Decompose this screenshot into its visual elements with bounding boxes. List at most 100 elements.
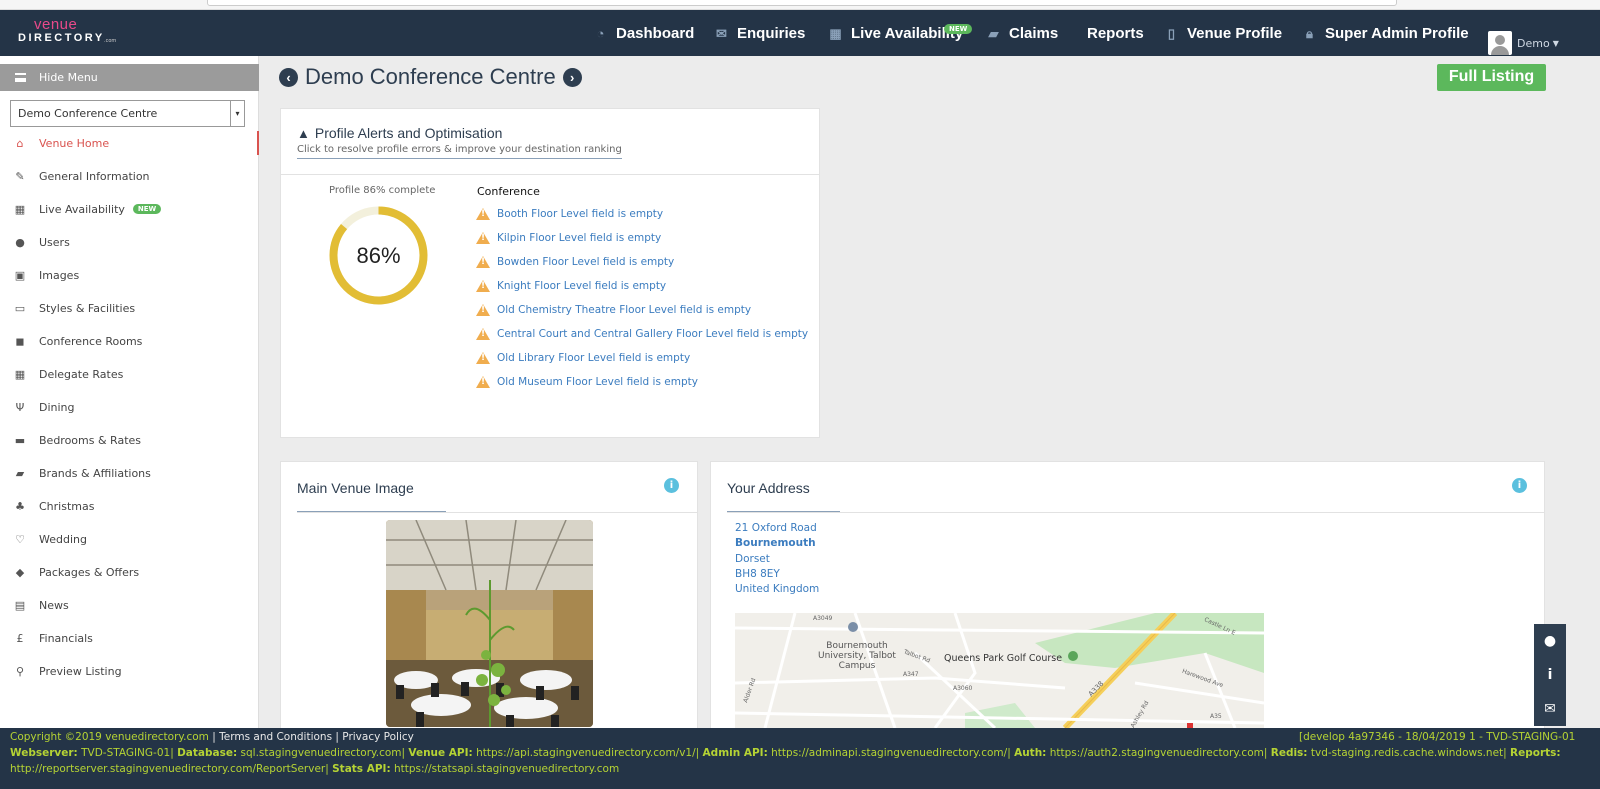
sidebar-item-live-availability[interactable]: ▦ Live Availability NEW [0, 197, 259, 221]
sidebar-item-venue-home[interactable]: ⌂ Venue Home [0, 131, 259, 155]
venue-select-value: Demo Conference Centre [18, 107, 158, 120]
info-icon[interactable]: i [664, 478, 679, 493]
title-underline [297, 511, 446, 512]
nav-super-admin-profile[interactable]: 🔒︎ Super Admin Profile [1302, 10, 1469, 56]
sidebar-item-brands-affiliations[interactable]: ▰ Brands & Affiliations [0, 461, 259, 485]
nav-reports[interactable]: Reports [1087, 10, 1144, 56]
sidebar-item-label: Christmas [39, 499, 95, 513]
alert-item-text: Old Museum Floor Level field is empty [497, 376, 698, 388]
sidebar-item-financials[interactable]: £ Financials [0, 626, 259, 650]
book-icon: ▰ [988, 25, 999, 41]
address-map[interactable]: Bournemouth University, Talbot Campus Qu… [735, 613, 1264, 728]
alert-item-text: Old Library Floor Level field is empty [497, 352, 691, 364]
sidebar-item-wedding[interactable]: ♡ Wedding [0, 527, 259, 551]
caret-down-icon: ▼ [1552, 38, 1559, 48]
footer-copyright-row: Copyright ©2019 venuedirectory.com | Ter… [10, 731, 414, 743]
chat-icon: ● [1543, 633, 1557, 649]
sidebar-item-general-information[interactable]: ✎ General Information [0, 164, 259, 188]
sidebar-item-images[interactable]: ▣ Images [0, 263, 259, 287]
warning-icon [476, 232, 490, 244]
footer: Copyright ©2019 venuedirectory.com | Ter… [0, 728, 1600, 789]
alert-item[interactable]: Old Chemistry Theatre Floor Level field … [476, 302, 751, 318]
alert-item[interactable]: Old Library Floor Level field is empty [476, 350, 690, 366]
next-venue-button[interactable]: › [562, 67, 582, 87]
sidebar-item-label: Dining [39, 400, 75, 414]
nav-claims[interactable]: ▰ Claims [986, 10, 1059, 56]
map-label-road: A3049 [813, 615, 833, 622]
venue-image[interactable] [386, 520, 593, 727]
alert-item[interactable]: Kilpin Floor Level field is empty [476, 230, 661, 246]
warning-icon [476, 208, 490, 220]
logo-line2: DIRECTORY [18, 32, 105, 44]
alert-item[interactable]: Bowden Floor Level field is empty [476, 254, 674, 270]
main-image-title: Main Venue Image [297, 480, 414, 496]
footer-key: Reports: [1510, 747, 1561, 759]
footer-val: https://api.stagingvenuedirectory.com/v1… [476, 747, 696, 759]
tags-icon: ◆ [15, 565, 25, 579]
nav-enquiries[interactable]: ✉ Enquiries [714, 10, 805, 56]
sidebar-item-styles-facilities[interactable]: ▭ Styles & Facilities [0, 296, 259, 320]
address-bar[interactable] [207, 0, 1397, 6]
nav-venue-profile[interactable]: ▯ Venue Profile [1164, 10, 1282, 56]
alert-item[interactable]: Central Court and Central Gallery Floor … [476, 326, 808, 342]
nav-new-badge: NEW [944, 24, 973, 34]
sidebar-item-christmas[interactable]: ♣ Christmas [0, 494, 259, 518]
email-button[interactable]: ✉ [1534, 692, 1566, 726]
sidebar-item-label: Preview Listing [39, 664, 122, 678]
chat-button[interactable]: ● [1534, 624, 1566, 658]
home-icon: ⌂ [16, 136, 24, 150]
footer-report-info: http://reportserver.stagingvenuedirector… [10, 763, 620, 775]
info-icon[interactable]: i [1512, 478, 1527, 493]
sidebar-item-preview-listing[interactable]: ⚲ Preview Listing [0, 659, 259, 683]
sidebar-item-news[interactable]: ▤ News [0, 593, 259, 617]
venue-directory-logo[interactable]: venue DIRECTORY .com [18, 16, 118, 50]
privacy-link[interactable]: Privacy Policy [342, 731, 414, 743]
alert-item-text: Bowden Floor Level field is empty [497, 256, 675, 268]
sidebar-item-bedrooms-rates[interactable]: ▬ Bedrooms & Rates [0, 428, 259, 452]
edit-icon: ✎ [15, 169, 25, 183]
user-menu[interactable]: Demo ▼ [1517, 20, 1559, 66]
full-listing-badge[interactable]: Full Listing [1437, 64, 1546, 91]
avatar[interactable] [1488, 31, 1512, 55]
warning-icon [476, 328, 490, 340]
info-button[interactable]: i [1534, 658, 1566, 692]
sidebar-item-delegate-rates[interactable]: ▦ Delegate Rates [0, 362, 259, 386]
top-navbar: venue DIRECTORY .com ◔ Dashboard ✉ Enqui… [0, 10, 1600, 56]
sidebar-item-packages-offers[interactable]: ◆ Packages & Offers [0, 560, 259, 584]
profile-complete-label: Profile 86% complete [329, 185, 436, 196]
alert-item[interactable]: Booth Floor Level field is empty [476, 206, 663, 222]
hide-menu-button[interactable]: Hide Menu [0, 64, 259, 91]
user-name: Demo [1517, 36, 1550, 50]
alert-item-text: Old Chemistry Theatre Floor Level field … [497, 304, 752, 316]
nav-live-availability[interactable]: ▦ Live Availability [828, 10, 963, 56]
warning-icon [476, 376, 490, 388]
briefcase-icon: ◼ [15, 334, 25, 348]
user-icon: ● [15, 235, 25, 249]
sidebar-item-conference-rooms[interactable]: ◼ Conference Rooms [0, 329, 383, 353]
alert-item-text: Central Court and Central Gallery Floor … [497, 328, 809, 340]
pound-icon: £ [16, 631, 24, 645]
image-icon: ▣ [14, 268, 26, 282]
footer-val: http://reportserver.stagingvenuedirector… [10, 763, 326, 775]
search-icon: ⚲ [15, 664, 25, 678]
venue-select[interactable]: Demo Conference Centre ▾ [10, 100, 245, 127]
footer-key: Venue API: [408, 747, 473, 759]
sidebar-item-dining[interactable]: Ψ Dining [0, 395, 259, 419]
terms-link[interactable]: Terms and Conditions [219, 731, 332, 743]
nav-reports-label: Reports [1087, 24, 1144, 42]
envelope-icon: ✉ [1544, 701, 1556, 717]
map-label-road: A3060 [953, 685, 973, 692]
footer-val: tvd-staging.redis.cache.windows.net [1310, 747, 1504, 759]
sidebar-item-users[interactable]: ● Users [0, 230, 259, 254]
profile-alerts-panel: ▲ Profile Alerts and Optimisation Click … [280, 108, 820, 438]
nav-enquiries-label: Enquiries [737, 24, 806, 42]
alert-item[interactable]: Knight Floor Level field is empty [476, 278, 666, 294]
sidebar-item-label: Styles & Facilities [39, 301, 136, 315]
previous-venue-button[interactable]: ‹ [279, 67, 298, 87]
nav-dashboard[interactable]: ◔ Dashboard [593, 10, 695, 56]
page-title: Demo Conference Centre [305, 64, 556, 89]
cutlery-icon: Ψ [15, 400, 25, 414]
warning-icon [476, 352, 490, 364]
footer-val: https://statsapi.stagingvenuedirectory.c… [394, 763, 620, 775]
alert-item[interactable]: Old Museum Floor Level field is empty [476, 374, 698, 390]
